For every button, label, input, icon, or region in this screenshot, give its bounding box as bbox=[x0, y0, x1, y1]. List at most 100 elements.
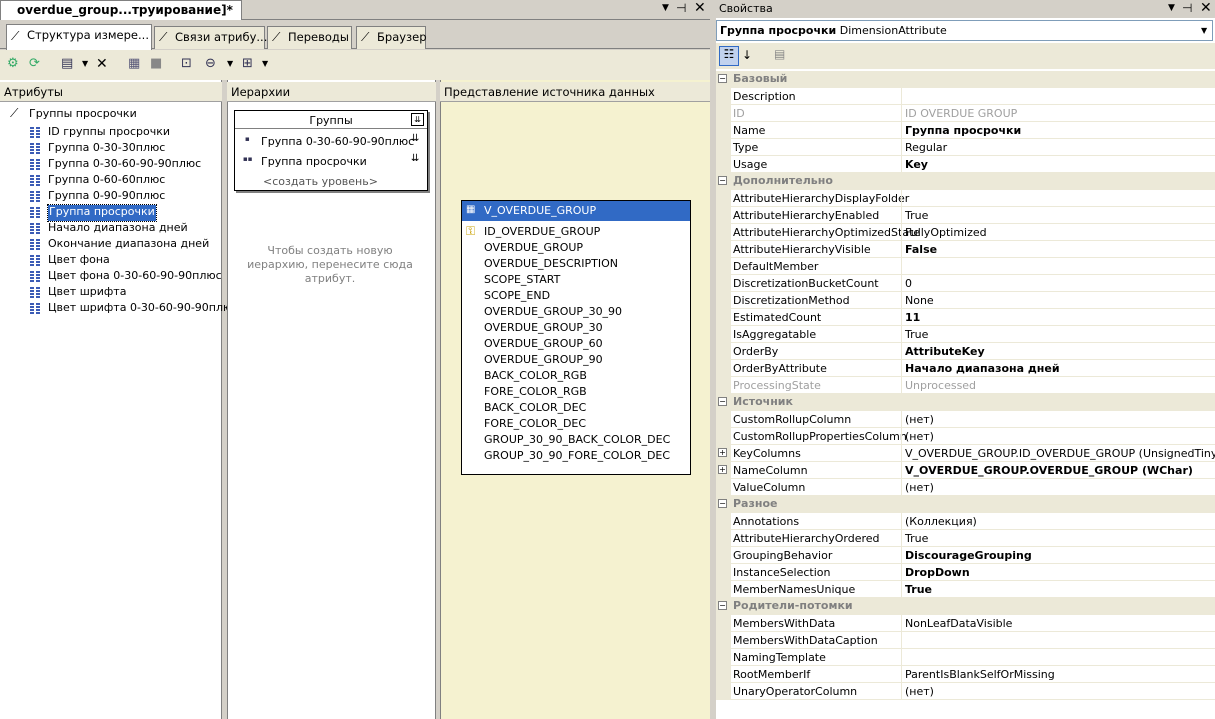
attribute-item[interactable]: Цвет фона 0-30-60-90-90плюс bbox=[48, 269, 222, 285]
expand-icon[interactable]: + bbox=[718, 448, 727, 457]
property-value[interactable]: V_OVERDUE_GROUP.ID_OVERDUE_GROUP (Unsign… bbox=[905, 447, 1215, 460]
property-row[interactable]: ID ID OVERDUE GROUP bbox=[716, 105, 1215, 122]
pin-icon[interactable]: ⊣ bbox=[1182, 1, 1192, 15]
table-column[interactable]: SCOPE_END bbox=[484, 289, 550, 302]
table-icon[interactable]: ▦ bbox=[128, 56, 146, 74]
process-icon[interactable]: ⚙ bbox=[7, 56, 25, 74]
property-row[interactable]: UnaryOperatorColumn (нет) bbox=[716, 683, 1215, 700]
attribute-item[interactable]: Группа просрочки bbox=[47, 204, 157, 222]
property-value[interactable]: 0 bbox=[905, 277, 912, 290]
table-column[interactable]: GROUP_30_90_BACK_COLOR_DEC bbox=[484, 433, 670, 446]
collapse-icon[interactable]: − bbox=[718, 601, 727, 610]
property-row[interactable]: + NameColumn V_OVERDUE_GROUP.OVERDUE_GROUP… bbox=[716, 462, 1215, 479]
view-icon[interactable]: ▤ bbox=[61, 56, 79, 74]
property-value[interactable]: True bbox=[905, 209, 928, 222]
property-value[interactable]: Группа просрочки bbox=[905, 124, 1021, 137]
pin-icon[interactable]: ⊣ bbox=[676, 1, 686, 15]
attribute-item[interactable]: Цвет шрифта 0-30-60-90-90плюс bbox=[48, 301, 238, 317]
tree-root[interactable]: Группы просрочки bbox=[29, 107, 137, 120]
attribute-item[interactable]: Группа 0-30-30плюс bbox=[48, 141, 165, 157]
attribute-item[interactable]: Группа 0-90-90плюс bbox=[48, 189, 165, 205]
create-level-placeholder[interactable]: <создать уровень> bbox=[263, 175, 378, 188]
property-row[interactable]: GroupingBehavior DiscourageGrouping bbox=[716, 547, 1215, 564]
property-row[interactable]: EstimatedCount 11 bbox=[716, 309, 1215, 326]
property-row[interactable]: Annotations (Коллекция) bbox=[716, 513, 1215, 530]
table-column[interactable]: OVERDUE_GROUP bbox=[484, 241, 583, 254]
document-tab[interactable]: overdue_group...труирование]* bbox=[0, 0, 242, 20]
hierarchy-level[interactable]: Группа 0-30-60-90-90плюс bbox=[261, 135, 414, 148]
property-grid-divider[interactable] bbox=[901, 71, 902, 700]
property-value[interactable]: V_OVERDUE_GROUP.OVERDUE_GROUP (WChar) bbox=[905, 464, 1193, 477]
property-value[interactable]: None bbox=[905, 294, 934, 307]
collapse-icon[interactable]: − bbox=[718, 499, 727, 508]
property-row[interactable]: OrderByAttribute Начало диапазона дней bbox=[716, 360, 1215, 377]
property-row[interactable]: DiscretizationMethod None bbox=[716, 292, 1215, 309]
property-value[interactable]: Unprocessed bbox=[905, 379, 976, 392]
property-row[interactable]: OrderBy AttributeKey bbox=[716, 343, 1215, 360]
property-row[interactable]: DiscretizationBucketCount 0 bbox=[716, 275, 1215, 292]
property-value[interactable]: DiscourageGrouping bbox=[905, 549, 1032, 562]
close-icon[interactable]: ✕ bbox=[1200, 0, 1212, 16]
collapse-icon[interactable]: − bbox=[718, 397, 727, 406]
hierarchy-level[interactable]: Группа просрочки bbox=[261, 155, 367, 168]
property-value[interactable]: Начало диапазона дней bbox=[905, 362, 1060, 375]
property-value[interactable]: NonLeafDataVisible bbox=[905, 617, 1012, 630]
property-value[interactable]: AttributeKey bbox=[905, 345, 985, 358]
property-row[interactable]: MemberNamesUnique True bbox=[716, 581, 1215, 598]
property-row[interactable]: Usage Key bbox=[716, 156, 1215, 173]
table-column[interactable]: SCOPE_START bbox=[484, 273, 560, 286]
zoom-out-icon[interactable]: ⊖ bbox=[205, 56, 223, 74]
dsv-table[interactable]: ▦ V_OVERDUE_GROUP ⚿ ID_OVERDUE_GROUP OVERD… bbox=[461, 200, 691, 475]
expand-level-icon[interactable]: ⇊ bbox=[411, 153, 419, 164]
property-row[interactable]: AttributeHierarchyEnabled True bbox=[716, 207, 1215, 224]
property-row[interactable]: + KeyColumns V_OVERDUE_GROUP.ID_OVERDUE_GR… bbox=[716, 445, 1215, 462]
tab-translations[interactable]: ⟋ Переводы bbox=[267, 26, 352, 49]
attribute-item[interactable]: Начало диапазона дней bbox=[48, 221, 188, 237]
properties-dropdown-icon[interactable]: ▼ bbox=[1168, 3, 1175, 13]
property-value[interactable]: 11 bbox=[905, 311, 920, 324]
property-row[interactable]: CustomRollupColumn (нет) bbox=[716, 411, 1215, 428]
table-column[interactable]: FORE_COLOR_RGB bbox=[484, 385, 587, 398]
attribute-item[interactable]: Группа 0-60-60плюс bbox=[48, 173, 165, 189]
property-row[interactable]: DefaultMember bbox=[716, 258, 1215, 275]
table-column[interactable]: OVERDUE_GROUP_60 bbox=[484, 337, 603, 350]
property-value[interactable]: (нет) bbox=[905, 430, 934, 443]
collapse-icon[interactable]: − bbox=[718, 176, 727, 185]
delete-icon[interactable]: ✕ bbox=[96, 56, 114, 74]
attribute-item[interactable]: Цвет фона bbox=[48, 253, 110, 269]
attribute-item[interactable]: Группа 0-30-60-90-90плюс bbox=[48, 157, 201, 173]
attribute-item[interactable]: Цвет шрифта bbox=[48, 285, 126, 301]
expand-icon[interactable]: + bbox=[718, 465, 727, 474]
property-value[interactable]: True bbox=[905, 532, 928, 545]
property-value[interactable]: ParentIsBlankSelfOrMissing bbox=[905, 668, 1055, 681]
layout-icon[interactable]: ⊞ bbox=[242, 56, 260, 74]
property-row[interactable]: AttributeHierarchyDisplayFolder bbox=[716, 190, 1215, 207]
zoom-fit-icon[interactable]: ⊡ bbox=[181, 56, 199, 74]
layout-dropdown-icon[interactable]: ▼ bbox=[262, 59, 268, 68]
alphabetical-icon[interactable]: ↓ bbox=[742, 48, 752, 62]
collapse-icon[interactable]: − bbox=[718, 74, 727, 83]
property-row[interactable]: MembersWithDataCaption bbox=[716, 632, 1215, 649]
table-column[interactable]: FORE_COLOR_DEC bbox=[484, 417, 586, 430]
property-row[interactable]: MembersWithData NonLeafDataVisible bbox=[716, 615, 1215, 632]
view-dropdown-icon[interactable]: ▼ bbox=[82, 59, 88, 68]
property-row[interactable]: ValueColumn (нет) bbox=[716, 479, 1215, 496]
categorized-icon[interactable]: ☷ bbox=[719, 46, 739, 66]
property-category[interactable]: − Разное bbox=[716, 496, 1215, 513]
tab-browser[interactable]: ⟋ Браузер bbox=[356, 26, 427, 49]
zoom-dropdown-icon[interactable]: ▼ bbox=[227, 59, 233, 68]
window-dropdown-icon[interactable]: ▼ bbox=[662, 3, 669, 13]
property-row[interactable]: ProcessingState Unprocessed bbox=[716, 377, 1215, 394]
table-column[interactable]: OVERDUE_GROUP_30 bbox=[484, 321, 603, 334]
property-value[interactable]: FullyOptimized bbox=[905, 226, 987, 239]
tab-attribute-relationships[interactable]: ⟋ Связи атрибу... bbox=[154, 26, 267, 49]
property-row[interactable]: Name Группа просрочки bbox=[716, 122, 1215, 139]
property-value[interactable]: ID OVERDUE GROUP bbox=[905, 107, 1017, 120]
property-value[interactable]: False bbox=[905, 243, 937, 256]
property-category[interactable]: − Источник bbox=[716, 394, 1215, 411]
property-value[interactable]: (нет) bbox=[905, 413, 934, 426]
attribute-item[interactable]: ID группы просрочки bbox=[48, 125, 170, 141]
property-row[interactable]: AttributeHierarchyOptimizedState FullyOpt… bbox=[716, 224, 1215, 241]
table-column[interactable]: BACK_COLOR_DEC bbox=[484, 401, 586, 414]
property-category[interactable]: − Базовый bbox=[716, 71, 1215, 88]
